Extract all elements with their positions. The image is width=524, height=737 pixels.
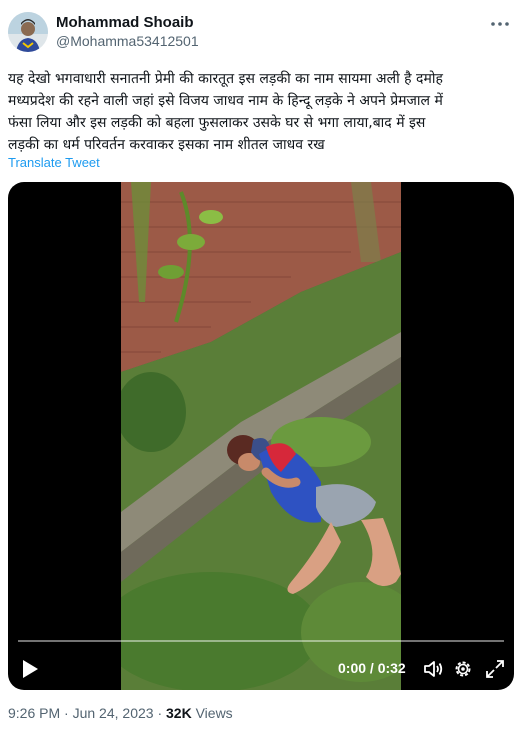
meta-separator: ·: [64, 705, 69, 721]
avatar-photo-icon: [8, 12, 48, 52]
tweet-text: यह देखो भगवाधारी सनातनी प्रेमी की कारतूत…: [8, 68, 516, 156]
fullscreen-icon[interactable]: [484, 658, 506, 680]
more-options-icon[interactable]: [488, 14, 512, 34]
settings-icon[interactable]: [452, 658, 474, 680]
video-frame: [121, 182, 401, 690]
tweet-meta: 9:26 PM · Jun 24, 2023 · 32K Views: [8, 705, 233, 721]
play-icon[interactable]: [20, 658, 40, 680]
author-name[interactable]: Mohammad Shoaib: [56, 14, 194, 31]
tweet-header: Mohammad Shoaib @Mohamma53412501: [8, 8, 516, 56]
views-count[interactable]: 32K: [166, 705, 192, 721]
tweet-time[interactable]: 9:26 PM: [8, 705, 60, 721]
tweet-date[interactable]: Jun 24, 2023: [73, 705, 154, 721]
translate-tweet-link[interactable]: Translate Tweet: [8, 155, 100, 170]
tweet-text-line: फंसा लिया और इस लड़की को बहला फुसलाकर उस…: [8, 115, 426, 131]
tweet-text-line: मध्यप्रदेश की रहने वाली जहां इसे विजय जा…: [8, 93, 443, 109]
video-player[interactable]: 0:00 / 0:32: [8, 182, 514, 690]
author-handle[interactable]: @Mohamma53412501: [56, 33, 199, 49]
tweet-text-line: यह देखो भगवाधारी सनातनी प्रेमी की कारतूत…: [8, 71, 443, 87]
video-time: 0:00 / 0:32: [338, 660, 406, 676]
volume-icon[interactable]: [422, 658, 444, 680]
views-label: Views: [195, 705, 233, 721]
meta-separator: ·: [157, 705, 163, 721]
tweet-text-line: लड़की का धर्म परिवर्तन करवाकर इसका नाम श…: [8, 137, 325, 153]
video-progress-bar[interactable]: [18, 640, 504, 642]
avatar[interactable]: [8, 12, 48, 52]
